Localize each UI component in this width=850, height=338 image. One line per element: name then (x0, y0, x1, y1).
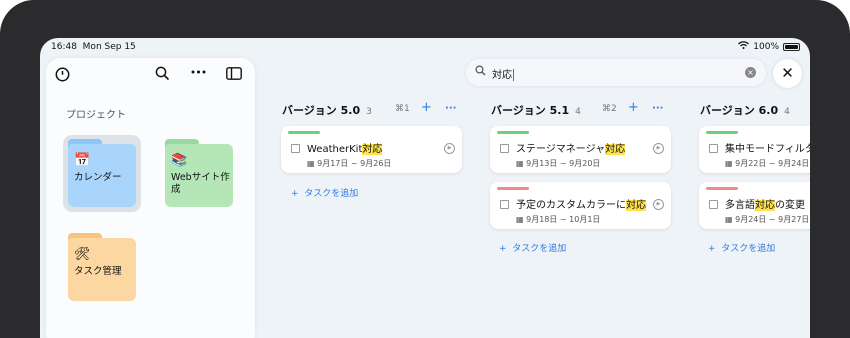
text-cursor (513, 69, 514, 81)
plus-icon: + (708, 244, 716, 254)
more-icon[interactable] (188, 62, 208, 82)
column-title: バージョン 5.0 3 (282, 104, 372, 117)
task-title: 予定のカスタムカラーに対応 (516, 200, 646, 211)
add-task-button[interactable]: + タスクを追加 (499, 241, 566, 254)
play-icon[interactable]: ▶ (653, 199, 664, 210)
column-actions: ⌘2 + ··· (602, 100, 663, 115)
task-title: ステージマネージャ対応 (516, 144, 626, 155)
plus-icon: + (499, 244, 507, 254)
task-card[interactable]: 集中モードフィルタ ▦ 9月22日 ~ 9月24日 (699, 126, 810, 173)
task-checkbox[interactable] (291, 144, 300, 153)
close-icon: ✕ (781, 64, 794, 82)
ipad-frame: 16:48 Mon Sep 15 100% プロジェクト 📅 カレンダー 📚 W… (0, 0, 850, 338)
sidebar: プロジェクト 📅 カレンダー 📚 Webサイト作成 🛠 タスク管理 (46, 58, 255, 338)
calendar-icon: ▦ (725, 159, 733, 168)
search-icon (475, 65, 486, 79)
task-checkbox[interactable] (709, 144, 718, 153)
status-bar: 16:48 Mon Sep 15 100% (40, 38, 810, 58)
calendar-icon: ▦ (516, 159, 524, 168)
books-icon: 📚 (171, 153, 188, 168)
task-title: 多言語対応の変更 (725, 200, 805, 211)
task-dates: ▦ 9月13日 ~ 9月20日 (516, 159, 601, 168)
task-dates: ▦ 9月17日 ~ 9月26日 (307, 159, 392, 168)
column-actions: ⌘1 + ··· (395, 100, 456, 115)
clear-icon[interactable]: × (745, 67, 756, 78)
color-bar (706, 131, 738, 134)
project-name: Webサイト作成 (171, 172, 230, 195)
more-icon[interactable]: ··· (445, 103, 456, 114)
shortcut-label: ⌘2 (602, 104, 617, 114)
add-icon[interactable]: + (628, 100, 639, 115)
color-bar (497, 187, 529, 190)
calendar-icon: ▦ (516, 215, 524, 224)
clock-icon[interactable] (52, 64, 72, 84)
calendar-icon: 📅 (74, 153, 91, 168)
calendar-icon: ▦ (307, 159, 315, 168)
task-dates: ▦ 9月18日 ~ 10月1日 (516, 215, 601, 224)
add-task-button[interactable]: + タスクを追加 (291, 186, 358, 199)
search-icon[interactable] (152, 63, 172, 83)
battery-percent: 100% (753, 41, 779, 52)
color-bar (497, 131, 529, 134)
column-count: 4 (575, 107, 581, 117)
color-bar (706, 187, 738, 190)
project-name: タスク管理 (74, 266, 122, 277)
task-card[interactable]: WeatherKit対応 ▦ 9月17日 ~ 9月26日 ▶ (281, 126, 462, 173)
task-card[interactable]: 予定のカスタムカラーに対応 ▦ 9月18日 ~ 10月1日 ▶ (490, 182, 671, 229)
column-count: 4 (784, 107, 790, 117)
section-label: プロジェクト (66, 110, 126, 121)
task-checkbox[interactable] (500, 144, 509, 153)
tools-icon: 🛠 (74, 247, 91, 262)
play-icon[interactable]: ▶ (444, 143, 455, 154)
task-dates: ▦ 9月24日 ~ 9月27日 (725, 215, 810, 224)
plus-icon: + (291, 189, 299, 199)
more-icon[interactable]: ··· (652, 103, 663, 114)
battery-icon (783, 42, 800, 51)
status-right: 100% (738, 41, 800, 52)
task-title: WeatherKit対応 (307, 144, 383, 155)
calendar-icon: ▦ (725, 215, 733, 224)
screen: 16:48 Mon Sep 15 100% プロジェクト 📅 カレンダー 📚 W… (40, 38, 810, 338)
task-checkbox[interactable] (709, 200, 718, 209)
play-icon[interactable]: ▶ (653, 143, 664, 154)
search-field[interactable]: 対応 × (466, 59, 766, 86)
add-task-button[interactable]: + タスクを追加 (708, 241, 775, 254)
task-dates: ▦ 9月22日 ~ 9月24日 (725, 159, 810, 168)
sidebar-toggle-icon[interactable] (224, 63, 244, 83)
column-title: バージョン 6.0 4 (700, 104, 790, 117)
search-input[interactable]: 対応 (492, 66, 514, 81)
color-bar (288, 131, 320, 134)
add-icon[interactable]: + (421, 100, 432, 115)
wifi-icon (738, 41, 750, 52)
status-time: 16:48 Mon Sep 15 (51, 42, 136, 52)
column-count: 3 (366, 107, 372, 117)
task-card[interactable]: 多言語対応の変更 ▦ 9月24日 ~ 9月27日 (699, 182, 810, 229)
task-card[interactable]: ステージマネージャ対応 ▦ 9月13日 ~ 9月20日 ▶ (490, 126, 671, 173)
column-title: バージョン 5.1 4 (491, 104, 581, 117)
task-title: 集中モードフィルタ (725, 144, 810, 155)
close-button[interactable]: ✕ (773, 59, 802, 88)
task-checkbox[interactable] (500, 200, 509, 209)
project-name: カレンダー (74, 172, 122, 183)
shortcut-label: ⌘1 (395, 104, 410, 114)
